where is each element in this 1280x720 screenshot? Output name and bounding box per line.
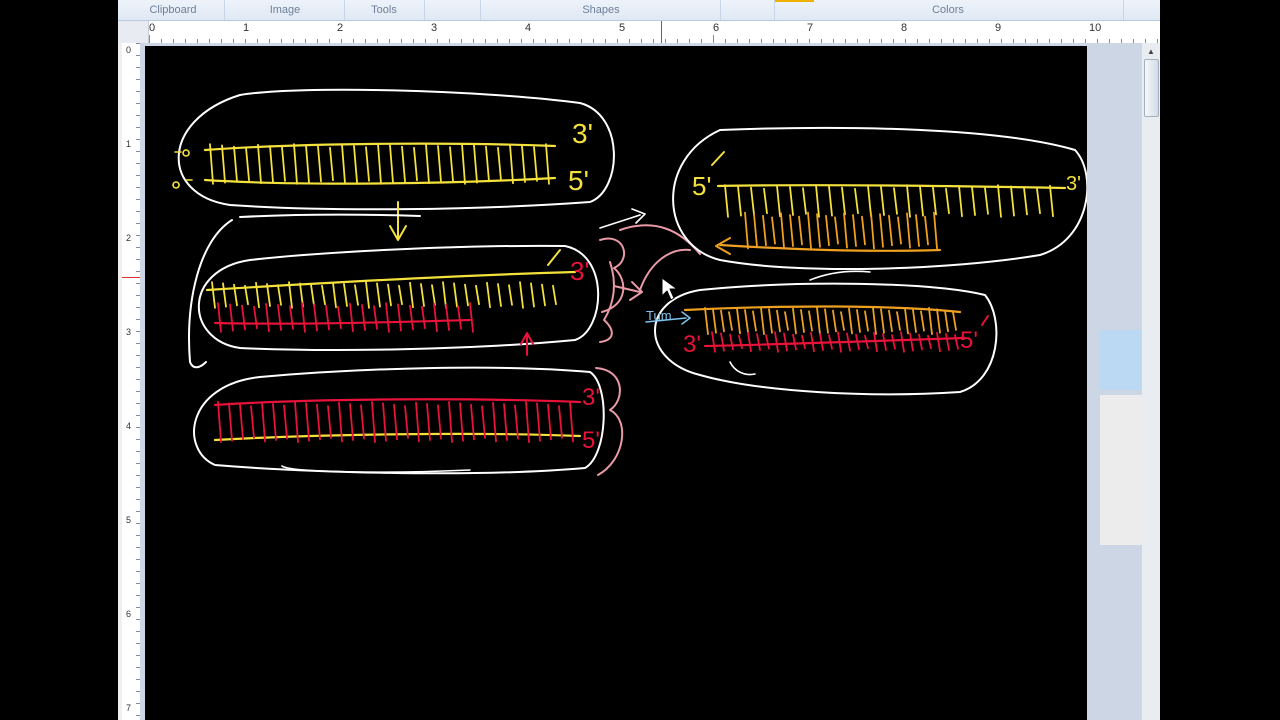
ruler-number: 0: [126, 45, 132, 55]
right-bottom-duplex: 3' 5': [654, 270, 998, 396]
scroll-thumb[interactable]: [1144, 59, 1159, 117]
label-5-prime: 5': [568, 165, 589, 196]
ruler-number: 8: [901, 22, 908, 34]
ruler-tick: [713, 35, 714, 43]
middle-left-duplex: 3': [197, 244, 600, 356]
ruler-cursor-marker: [661, 21, 662, 43]
ruler-number: 5: [126, 515, 132, 525]
label-5-prime: 5': [692, 171, 711, 201]
ribbon-group-bar: Clipboard Image Tools Shapes Colors: [118, 0, 1160, 21]
canvas-area: 3' 5' 3' 3' 5' 5' 3' 3' 5' Tum: [140, 43, 1142, 720]
right-top-duplex: 5' 3': [672, 126, 1087, 271]
side-panel-highlight: [1100, 330, 1142, 390]
ribbon-group-shapes[interactable]: Shapes: [582, 4, 619, 16]
ribbon-separator: [480, 0, 481, 20]
drawing-canvas[interactable]: 3' 5' 3' 3' 5' 5' 3' 3' 5' Tum: [145, 46, 1087, 720]
ruler-tick: [149, 35, 150, 43]
label-3-prime: 3': [683, 331, 701, 358]
bottom-left-duplex: 3' 5': [193, 366, 605, 475]
label-3-prime: 3': [1066, 173, 1081, 195]
ribbon-group-clipboard[interactable]: Clipboard: [149, 4, 196, 16]
down-arrow: [389, 201, 407, 241]
ruler-corner: [118, 21, 148, 43]
ribbon-separator: [424, 0, 425, 20]
ruler-number: 10: [1089, 22, 1102, 34]
top-left-duplex: 3' 5': [172, 88, 615, 211]
ribbon-group-tools[interactable]: Tools: [371, 4, 397, 16]
ruler-number: 2: [337, 22, 344, 34]
ruler-number: 5: [619, 22, 626, 34]
ribbon-separator: [344, 0, 345, 20]
ribbon-highlight: [774, 0, 814, 2]
paint-window: Clipboard Image Tools Shapes Colors 0 1 …: [118, 0, 1160, 720]
label-5-prime: 5': [582, 427, 600, 454]
ribbon-separator: [774, 0, 775, 20]
ribbon-group-colors[interactable]: Colors: [932, 4, 964, 16]
ruler-number: 9: [995, 22, 1002, 34]
ribbon-separator: [1123, 0, 1124, 20]
ruler-number: 2: [126, 233, 132, 243]
ruler-number: 7: [807, 22, 814, 34]
ruler-number: 1: [243, 22, 250, 34]
mouse-cursor-icon: [661, 277, 678, 301]
vertical-ruler: 0 1 2 3 4 5 6 7: [122, 43, 141, 720]
ruler-cursor-marker: [122, 277, 140, 278]
label-3-prime: 3': [572, 118, 593, 149]
vertical-scrollbar[interactable]: ▲: [1141, 43, 1160, 720]
horizontal-ruler: 0 1 2 3 4 5 6 7 8 9 10: [148, 21, 1160, 44]
ruler-number: 1: [126, 139, 132, 149]
label-3-prime: 3': [582, 384, 600, 411]
ribbon-separator: [224, 0, 225, 20]
ruler-number: 0: [149, 22, 156, 34]
ruler-number: 6: [713, 22, 720, 34]
ruler-number: 6: [126, 609, 132, 619]
connector-line: [239, 213, 421, 218]
ribbon-separator: [720, 0, 721, 20]
ruler-number: 3: [431, 22, 438, 34]
scroll-up-icon[interactable]: ▲: [1143, 43, 1159, 59]
label-5-prime: 5': [960, 327, 978, 354]
dna-replication-drawing: 3' 5' 3' 3' 5' 5' 3' 3' 5' Tum: [172, 88, 1087, 476]
ruler-number: 7: [126, 703, 132, 713]
ribbon-group-image[interactable]: Image: [270, 4, 301, 16]
label-3-prime: 3': [570, 256, 589, 286]
side-panel: [1100, 395, 1142, 545]
ruler-number: 4: [126, 421, 132, 431]
ruler-number: 4: [525, 22, 532, 34]
ruler-number: 3: [126, 327, 132, 337]
